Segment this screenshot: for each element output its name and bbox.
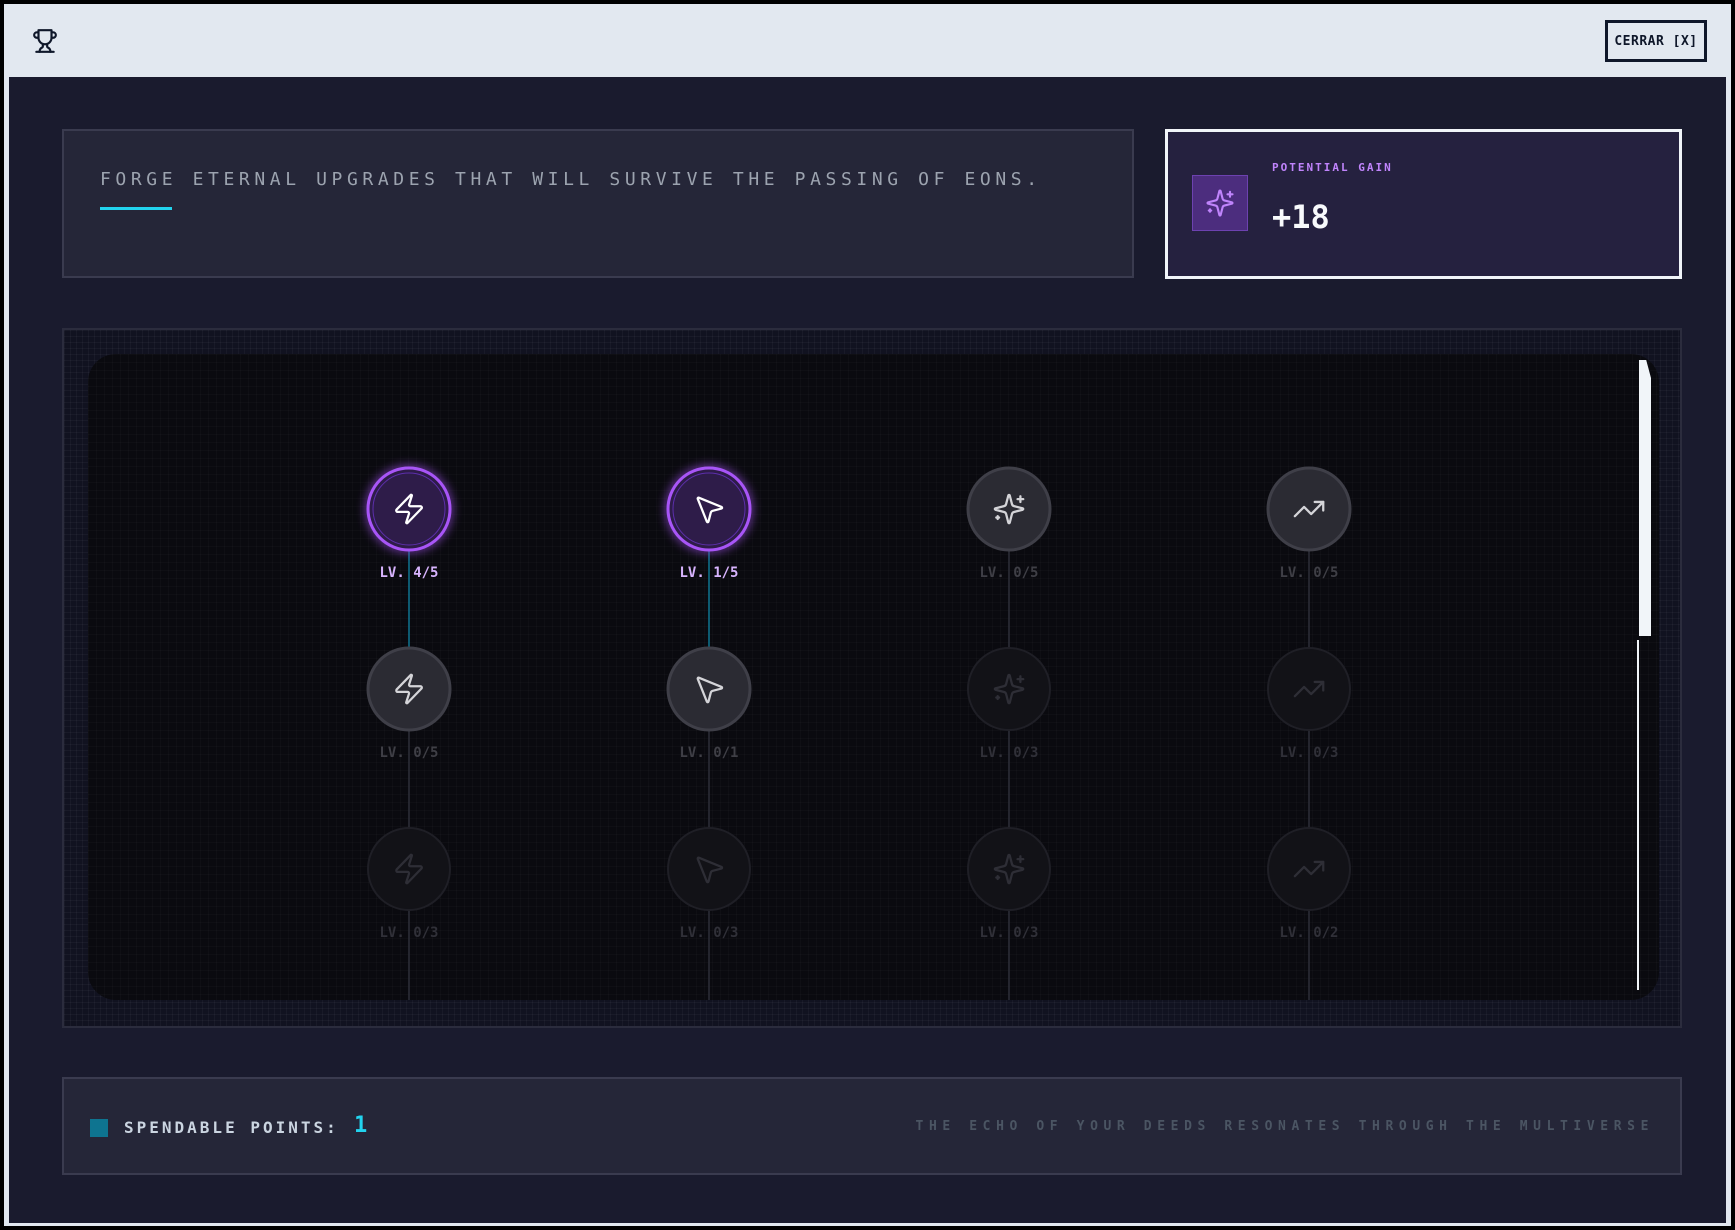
skill-node-sparkles-3: LV. 0/3 [967,827,1051,941]
gain-value: +18 [1272,198,1330,236]
node-level-label: LV. 1/5 [679,565,738,581]
node-level-label: LV. 0/1 [679,745,738,761]
node-level-label: LV. 4/5 [379,565,438,581]
gain-label: POTENTIAL GAIN [1272,161,1393,174]
skill-node-trending-up-1[interactable]: LV. 0/5 [1266,466,1352,581]
skill-tree-viewport[interactable]: LV. 4/5 LV. 0/5 LV. 0/3 LV. 1/5 LV. 0/1 LV. 0… [88,354,1659,1000]
scrollbar-thumb[interactable] [1639,360,1651,636]
node-level-label: LV. 0/3 [979,925,1038,941]
sparkles-icon [1206,189,1234,217]
skill-tree: LV. 4/5 LV. 0/5 LV. 0/3 LV. 1/5 LV. 0/1 LV. 0… [366,466,1352,1000]
gain-icon-box [1192,175,1248,231]
skill-node-zap-2[interactable]: LV. 0/5 [366,646,452,761]
node-level-label: LV. 0/5 [1279,565,1338,581]
skill-node-sparkles-1[interactable]: LV. 0/5 [966,466,1052,581]
skill-node-cursor-3: LV. 0/3 [667,827,751,941]
upgrade-panel: FORGE ETERNAL UPGRADES THAT WILL SURVIVE… [9,77,1726,1223]
node-circle [367,827,451,911]
skill-node-zap-3: LV. 0/3 [367,827,451,941]
node-circle [1266,466,1352,552]
footer-tagline: THE ECHO OF YOUR DEEDS RESONATES THROUGH… [915,1119,1654,1134]
node-level-label: LV. 0/5 [379,745,438,761]
node-level-label: LV. 0/2 [1279,925,1338,941]
node-level-label: LV. 0/3 [979,745,1038,761]
points-indicator [90,1119,108,1137]
app-window: CERRAR [X] FORGE ETERNAL UPGRADES THAT W… [4,4,1731,1226]
points-label: SPENDABLE POINTS: [124,1118,339,1137]
intro-banner: FORGE ETERNAL UPGRADES THAT WILL SURVIVE… [62,129,1134,278]
points-value: 1 [354,1113,368,1138]
skill-tree-container: LV. 4/5 LV. 0/5 LV. 0/3 LV. 1/5 LV. 0/1 LV. 0… [62,328,1682,1028]
node-level-label: LV. 0/3 [379,925,438,941]
skill-node-sparkles-2: LV. 0/3 [967,647,1051,761]
node-level-label: LV. 0/3 [679,925,738,941]
skill-node-cursor-2[interactable]: LV. 0/1 [666,646,752,761]
trophy-icon [33,29,57,53]
skill-node-trending-up-2: LV. 0/3 [1267,647,1351,761]
scrollbar-track[interactable] [1637,640,1639,990]
node-circle [1267,827,1351,911]
node-circle [1267,647,1351,731]
node-circle [366,466,452,552]
potential-gain-card: POTENTIAL GAIN +18 [1165,129,1682,279]
skill-node-cursor-1[interactable]: LV. 1/5 [666,466,752,581]
skill-node-zap-1[interactable]: LV. 4/5 [366,466,452,581]
node-circle [967,647,1051,731]
banner-accent-line [100,207,172,210]
node-circle [666,466,752,552]
skill-node-trending-up-3: LV. 0/2 [1267,827,1351,941]
node-level-label: LV. 0/3 [1279,745,1338,761]
node-circle [667,827,751,911]
node-level-label: LV. 0/5 [979,565,1038,581]
node-circle [666,646,752,732]
node-circle [967,827,1051,911]
node-circle [366,646,452,732]
node-circle [966,466,1052,552]
close-button[interactable]: CERRAR [X] [1605,20,1707,62]
banner-text: FORGE ETERNAL UPGRADES THAT WILL SURVIVE… [100,169,1042,190]
title-bar: CERRAR [X] [4,4,1731,76]
points-footer: SPENDABLE POINTS: 1 THE ECHO OF YOUR DEE… [62,1077,1682,1175]
